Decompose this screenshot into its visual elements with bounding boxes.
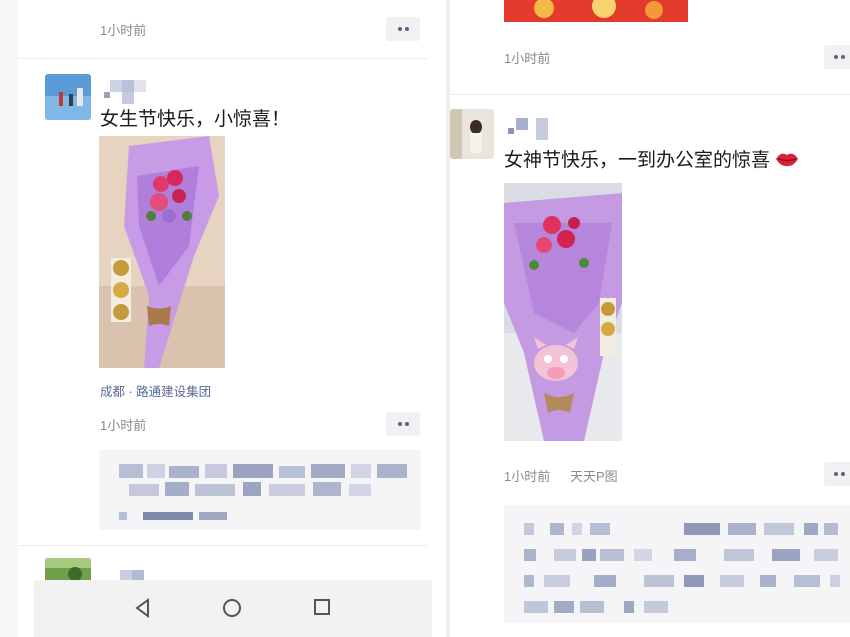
avatar[interactable] xyxy=(45,74,91,120)
more-button[interactable] xyxy=(386,17,420,41)
post-text: 女生节快乐，小惊喜！ xyxy=(100,109,291,130)
post-time: 1小时前 xyxy=(100,23,147,38)
avatar[interactable] xyxy=(450,109,494,159)
nav-recents-icon[interactable] xyxy=(313,598,331,616)
flower-bouquet-image xyxy=(504,183,622,441)
more-button[interactable] xyxy=(386,412,420,436)
post-photo[interactable] xyxy=(99,136,225,368)
post-separator xyxy=(18,58,428,59)
post-photo[interactable] xyxy=(504,0,688,22)
blurred-username[interactable] xyxy=(504,118,554,142)
avatar-image xyxy=(450,109,494,159)
likes-comments-area xyxy=(99,450,421,530)
post-separator xyxy=(450,94,850,95)
more-dots-icon xyxy=(397,422,402,426)
post-time: 1小时前 xyxy=(504,469,551,484)
more-dots-icon xyxy=(833,55,838,59)
post-time: 1小时前 xyxy=(504,51,551,66)
left-edge xyxy=(0,0,18,637)
blurred-comments xyxy=(524,523,844,615)
festive-image xyxy=(504,0,688,22)
left-moments-panel: 1小时前 女生节快乐，小惊喜！ 成都 · 路通建设集团 1小时前 xyxy=(0,0,446,637)
post-time: 1小时前 xyxy=(100,418,147,433)
avatar-image xyxy=(45,74,91,120)
nav-back-icon[interactable] xyxy=(134,598,152,618)
post-text-content: 女神节快乐，一到办公室的惊喜 xyxy=(504,150,771,171)
lips-emoji-icon xyxy=(776,153,799,167)
flower-bouquet-image xyxy=(99,136,225,368)
post-location-link[interactable]: 成都 · 路通建设集团 xyxy=(100,381,211,400)
post-separator xyxy=(18,545,428,546)
blurred-comments xyxy=(119,464,409,520)
more-dots-icon xyxy=(397,27,402,31)
more-dots-icon xyxy=(833,472,838,476)
more-button[interactable] xyxy=(824,462,850,486)
likes-comments-area xyxy=(504,505,850,623)
system-nav-bar xyxy=(34,580,432,637)
post-text: 女神节快乐，一到办公室的惊喜 xyxy=(504,145,799,172)
post-source-link[interactable]: 天天P图 xyxy=(570,466,618,485)
post-photo[interactable] xyxy=(504,183,622,441)
nav-home-icon[interactable] xyxy=(222,598,242,618)
blurred-username[interactable] xyxy=(100,80,150,106)
more-button[interactable] xyxy=(824,45,850,69)
right-moments-panel: 1小时前 女神节快乐，一到办公室的惊喜 1小时前 天天P图 xyxy=(450,0,850,637)
